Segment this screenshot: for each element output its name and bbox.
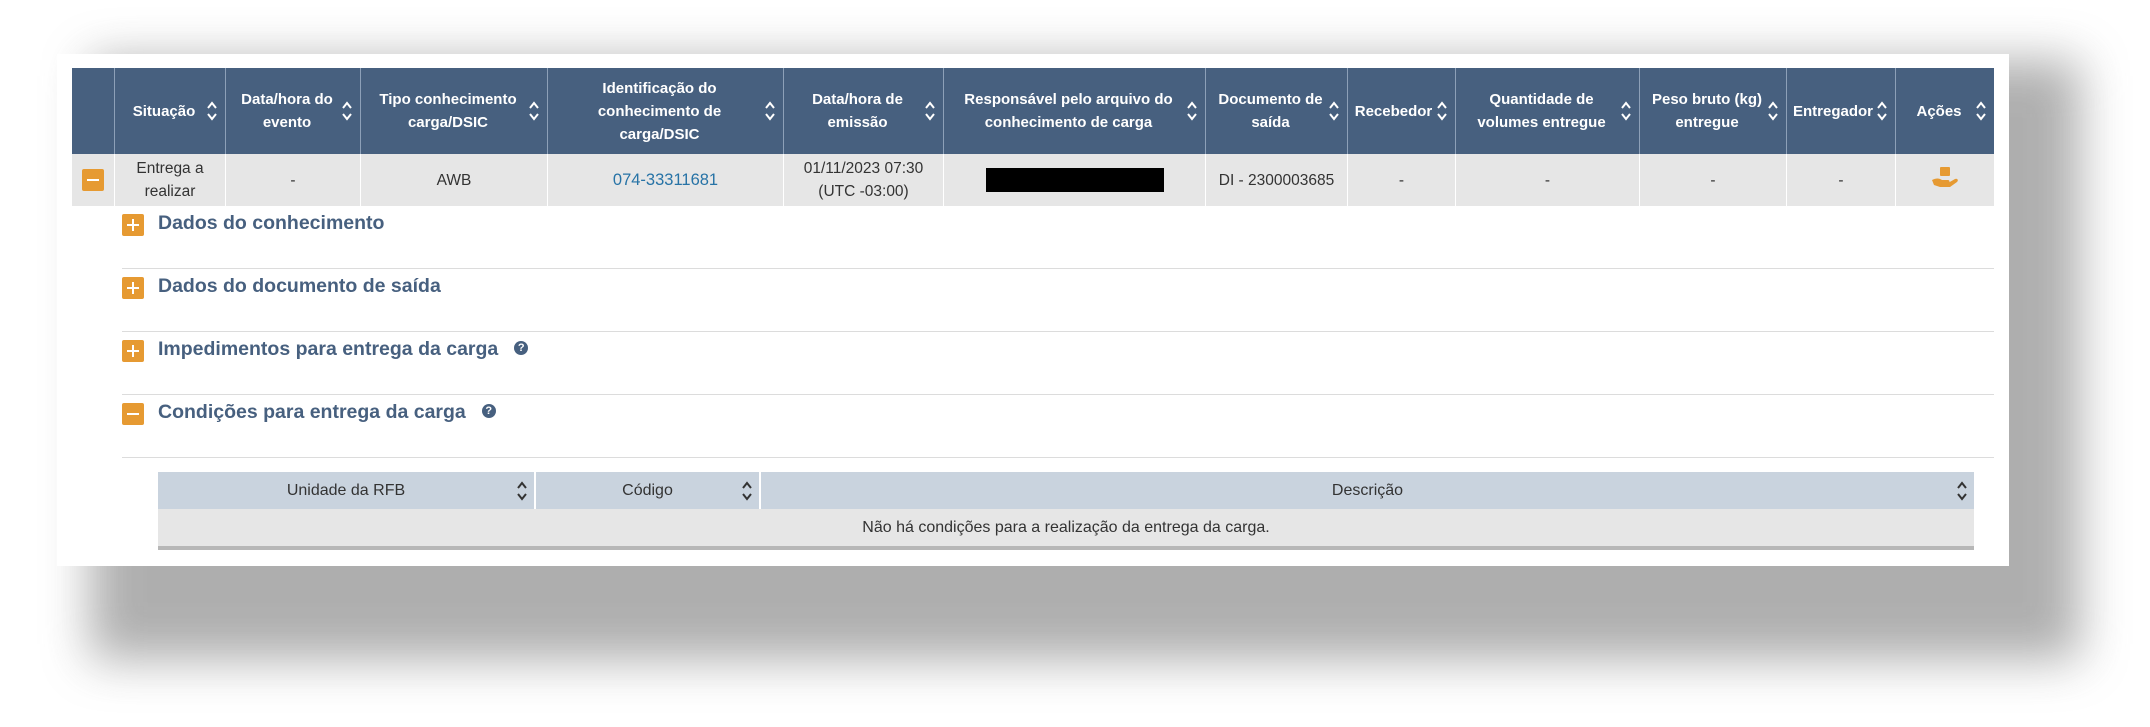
cell-acoes [1896, 154, 1994, 206]
cell-entregador: - [1787, 154, 1896, 206]
header-entregador[interactable]: Entregador [1787, 68, 1896, 154]
header-label: Peso bruto (kg) entregue [1651, 91, 1762, 131]
cargo-table: Situação Data/hora do evento Tipo conhec… [72, 68, 1994, 206]
cell-data-emissao: 01/11/2023 07:30 (UTC -03:00) [784, 154, 944, 206]
header-quantidade[interactable]: Quantidade de volumes entregue [1456, 68, 1640, 154]
header-label: Documento de saída [1218, 91, 1323, 131]
sort-icon[interactable] [924, 100, 936, 122]
header-data-evento[interactable]: Data/hora do evento [226, 68, 361, 154]
header-recebedor[interactable]: Recebedor [1348, 68, 1456, 154]
header-peso[interactable]: Peso bruto (kg) entregue [1640, 68, 1787, 154]
cell-data-evento: - [226, 154, 361, 206]
section-dados-documento-saida[interactable]: Dados do documento de saída [122, 269, 1994, 332]
detail-sections: Dados do conhecimento Dados do documento… [122, 206, 1994, 458]
header-acoes[interactable]: Ações [1896, 68, 1994, 154]
header-responsavel[interactable]: Responsável pelo arquivo do conhecimento… [944, 68, 1206, 154]
header-label: Data/hora de emissão [812, 91, 903, 131]
header-label: Situação [132, 102, 196, 120]
cell-responsavel [944, 154, 1206, 206]
sort-icon[interactable] [764, 100, 776, 122]
section-title-wrap: Condições para entrega da carga? [158, 401, 496, 424]
table-row: Entrega a realizar - AWB 074-33311681 01… [72, 154, 1994, 206]
table-header-row: Situação Data/hora do evento Tipo conhec… [72, 68, 1994, 154]
header-label: Entregador [1792, 102, 1873, 120]
section-title[interactable]: Condições para entrega da carga [158, 401, 466, 423]
plus-icon[interactable] [122, 340, 144, 362]
redacted-block [985, 168, 1164, 192]
section-title[interactable]: Impedimentos para entrega da carga [158, 338, 498, 360]
section-title[interactable]: Dados do documento de saída [158, 275, 441, 298]
header-toggle-column [72, 68, 115, 154]
section-title-wrap: Impedimentos para entrega da carga? [158, 338, 529, 361]
header-unidade-rfb[interactable]: Unidade da RFB [158, 472, 536, 509]
header-situacao[interactable]: Situação [115, 68, 226, 154]
minus-icon[interactable] [122, 403, 144, 425]
row-toggle-cell [72, 154, 115, 206]
cell-peso: - [1640, 154, 1787, 206]
cell-tipo: AWB [361, 154, 548, 206]
sort-icon[interactable] [1620, 100, 1632, 122]
cell-identificacao-link[interactable]: 074-33311681 [548, 154, 784, 206]
hand-delivery-icon[interactable] [1930, 164, 1960, 197]
sort-icon[interactable] [1328, 100, 1340, 122]
section-title[interactable]: Dados do conhecimento [158, 212, 384, 235]
header-label: Data/hora do evento [241, 91, 333, 131]
sort-icon[interactable] [206, 100, 218, 122]
header-label: Unidade da RFB [286, 481, 406, 499]
header-descricao[interactable]: Descrição [761, 472, 1974, 509]
sort-icon[interactable] [1876, 100, 1888, 122]
header-codigo[interactable]: Código [536, 472, 761, 509]
conditions-header-row: Unidade da RFB Código Descrição [158, 472, 1974, 509]
header-data-emissao[interactable]: Data/hora de emissão [784, 68, 944, 154]
header-label: Ações [1916, 102, 1962, 120]
section-condicoes[interactable]: Condições para entrega da carga? [122, 395, 1994, 458]
plus-icon[interactable] [122, 214, 144, 236]
header-identificacao[interactable]: Identificação do conhecimento de carga/D… [548, 68, 784, 154]
question-icon[interactable]: ? [481, 403, 496, 418]
sort-icon[interactable] [516, 480, 528, 502]
cargo-delivery-panel: Situação Data/hora do evento Tipo conhec… [57, 54, 2009, 566]
header-label: Tipo conhecimento carga/DSIC [379, 91, 517, 131]
cell-situacao: Entrega a realizar [115, 154, 226, 206]
question-icon[interactable]: ? [514, 340, 529, 355]
header-label: Quantidade de volumes entregue [1477, 91, 1606, 131]
header-label: Código [622, 481, 673, 499]
conditions-empty-message: Não há condições para a realização da en… [158, 509, 1974, 550]
sort-icon[interactable] [1975, 100, 1987, 122]
header-label: Descrição [1331, 481, 1404, 499]
sort-icon[interactable] [1956, 480, 1968, 502]
sort-icon[interactable] [1186, 100, 1198, 122]
sort-icon[interactable] [1436, 100, 1448, 122]
sort-icon[interactable] [528, 100, 540, 122]
header-label: Recebedor [1354, 102, 1433, 120]
cell-quantidade: - [1456, 154, 1640, 206]
header-tipo[interactable]: Tipo conhecimento carga/DSIC [361, 68, 548, 154]
cell-documento-saida: DI - 2300003685 [1206, 154, 1348, 206]
header-documento-saida[interactable]: Documento de saída [1206, 68, 1348, 154]
minus-icon[interactable] [82, 169, 104, 191]
sort-icon[interactable] [1767, 100, 1779, 122]
conditions-table: Unidade da RFB Código Descrição Não há c… [158, 472, 1974, 550]
header-label: Identificação do conhecimento de carga/D… [597, 79, 722, 143]
cell-recebedor: - [1348, 154, 1456, 206]
section-dados-conhecimento[interactable]: Dados do conhecimento [122, 206, 1994, 269]
sort-icon[interactable] [741, 480, 753, 502]
plus-icon[interactable] [122, 277, 144, 299]
sort-icon[interactable] [341, 100, 353, 122]
section-impedimentos[interactable]: Impedimentos para entrega da carga? [122, 332, 1994, 395]
header-label: Responsável pelo arquivo do conhecimento… [964, 91, 1173, 131]
